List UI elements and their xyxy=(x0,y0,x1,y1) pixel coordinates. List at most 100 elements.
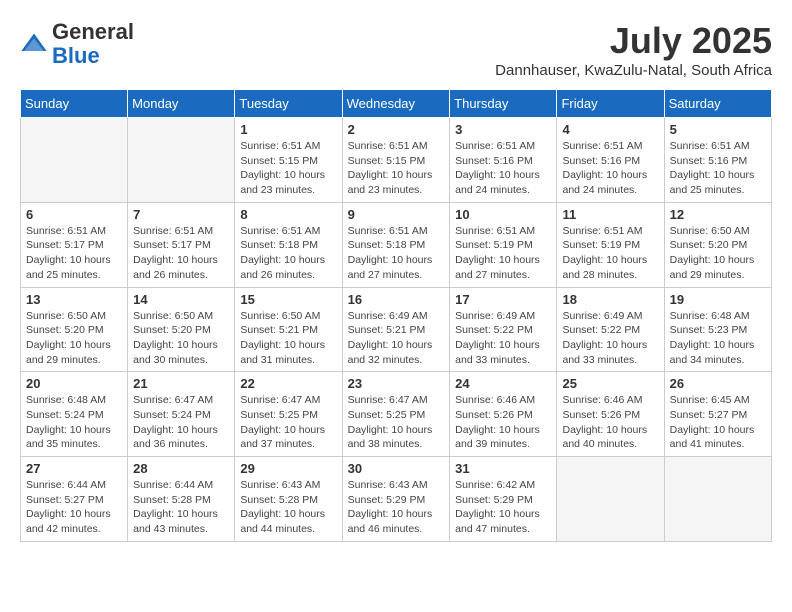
calendar: SundayMondayTuesdayWednesdayThursdayFrid… xyxy=(20,89,772,542)
location: Dannhauser, KwaZulu-Natal, South Africa xyxy=(495,62,772,79)
day-cell: 8Sunrise: 6:51 AM Sunset: 5:18 PM Daylig… xyxy=(235,202,342,287)
day-cell: 13Sunrise: 6:50 AM Sunset: 5:20 PM Dayli… xyxy=(21,287,128,372)
day-info: Sunrise: 6:44 AM Sunset: 5:28 PM Dayligh… xyxy=(133,478,229,537)
day-cell: 3 Sunrise: 6:51 AM Sunset: 5:16 PM Daylig… xyxy=(450,118,557,203)
day-cell: 20 Sunrise: 6:48 AM Sunset: 5:24 PM Dayli… xyxy=(21,372,128,457)
day-cell: 10 Sunrise: 6:51 AM Sunset: 5:19 PM Dayli… xyxy=(450,202,557,287)
day-info: Sunrise: 6:50 AM Sunset: 5:21 PM Dayligh… xyxy=(240,309,336,368)
day-number: 3 xyxy=(455,122,551,137)
day-info: Sunrise: 6:47 AM Sunset: 5:25 PM Dayligh… xyxy=(240,393,336,452)
day-number: 17 xyxy=(455,292,551,307)
day-number: 18 xyxy=(562,292,658,307)
day-info: Sunrise: 6:46 AM Sunset: 5:26 PM Dayligh… xyxy=(455,393,551,452)
day-info: Sunrise: 6:49 AM Sunset: 5:22 PM Dayligh… xyxy=(455,309,551,368)
day-info: Sunrise: 6:44 AM Sunset: 5:27 PM Dayligh… xyxy=(26,478,122,537)
day-info: Sunrise: 6:49 AM Sunset: 5:22 PM Dayligh… xyxy=(562,309,658,368)
day-cell: 24 Sunrise: 6:46 AM Sunset: 5:26 PM Dayli… xyxy=(450,372,557,457)
day-cell: 26 Sunrise: 6:45 AM Sunset: 5:27 PM Dayli… xyxy=(664,372,771,457)
day-cell: 29 Sunrise: 6:43 AM Sunset: 5:28 PM Dayli… xyxy=(235,457,342,542)
day-number: 9 xyxy=(348,207,445,222)
day-cell xyxy=(557,457,664,542)
day-cell: 18 Sunrise: 6:49 AM Sunset: 5:22 PM Dayli… xyxy=(557,287,664,372)
day-info: Sunrise: 6:47 AM Sunset: 5:24 PM Dayligh… xyxy=(133,393,229,452)
title-block: July 2025 Dannhauser, KwaZulu-Natal, Sou… xyxy=(495,20,772,79)
day-number: 4 xyxy=(562,122,658,137)
day-number: 2 xyxy=(348,122,445,137)
day-cell: 28 Sunrise: 6:44 AM Sunset: 5:28 PM Dayli… xyxy=(128,457,235,542)
day-number: 6 xyxy=(26,207,122,222)
day-number: 12 xyxy=(670,207,766,222)
weekday-header-row: SundayMondayTuesdayWednesdayThursdayFrid… xyxy=(21,90,772,118)
day-info: Sunrise: 6:43 AM Sunset: 5:29 PM Dayligh… xyxy=(348,478,445,537)
day-cell xyxy=(664,457,771,542)
day-info: Sunrise: 6:51 AM Sunset: 5:16 PM Dayligh… xyxy=(670,139,766,198)
day-cell: 21 Sunrise: 6:47 AM Sunset: 5:24 PM Dayli… xyxy=(128,372,235,457)
day-info: Sunrise: 6:46 AM Sunset: 5:26 PM Dayligh… xyxy=(562,393,658,452)
day-number: 14 xyxy=(133,292,229,307)
week-row-1: 1 Sunrise: 6:51 AM Sunset: 5:15 PM Daylig… xyxy=(21,118,772,203)
day-info: Sunrise: 6:50 AM Sunset: 5:20 PM Dayligh… xyxy=(133,309,229,368)
day-cell: 23Sunrise: 6:47 AM Sunset: 5:25 PM Dayli… xyxy=(342,372,450,457)
weekday-header-saturday: Saturday xyxy=(664,90,771,118)
day-number: 19 xyxy=(670,292,766,307)
day-number: 26 xyxy=(670,376,766,391)
day-info: Sunrise: 6:51 AM Sunset: 5:19 PM Dayligh… xyxy=(455,224,551,283)
day-cell: 19 Sunrise: 6:48 AM Sunset: 5:23 PM Dayli… xyxy=(664,287,771,372)
day-number: 21 xyxy=(133,376,229,391)
day-number: 7 xyxy=(133,207,229,222)
day-info: Sunrise: 6:51 AM Sunset: 5:17 PM Dayligh… xyxy=(133,224,229,283)
day-cell: 11 Sunrise: 6:51 AM Sunset: 5:19 PM Dayli… xyxy=(557,202,664,287)
day-cell: 7 Sunrise: 6:51 AM Sunset: 5:17 PM Daylig… xyxy=(128,202,235,287)
day-number: 1 xyxy=(240,122,336,137)
day-info: Sunrise: 6:47 AM Sunset: 5:25 PM Dayligh… xyxy=(348,393,445,452)
day-cell: 25 Sunrise: 6:46 AM Sunset: 5:26 PM Dayli… xyxy=(557,372,664,457)
day-info: Sunrise: 6:51 AM Sunset: 5:19 PM Dayligh… xyxy=(562,224,658,283)
day-info: Sunrise: 6:51 AM Sunset: 5:18 PM Dayligh… xyxy=(240,224,336,283)
day-number: 29 xyxy=(240,461,336,476)
day-number: 15 xyxy=(240,292,336,307)
day-info: Sunrise: 6:50 AM Sunset: 5:20 PM Dayligh… xyxy=(26,309,122,368)
day-cell: 14 Sunrise: 6:50 AM Sunset: 5:20 PM Dayli… xyxy=(128,287,235,372)
day-cell: 2Sunrise: 6:51 AM Sunset: 5:15 PM Daylig… xyxy=(342,118,450,203)
day-info: Sunrise: 6:43 AM Sunset: 5:28 PM Dayligh… xyxy=(240,478,336,537)
day-cell: 15 Sunrise: 6:50 AM Sunset: 5:21 PM Dayli… xyxy=(235,287,342,372)
day-number: 31 xyxy=(455,461,551,476)
day-number: 24 xyxy=(455,376,551,391)
day-number: 30 xyxy=(348,461,445,476)
day-info: Sunrise: 6:50 AM Sunset: 5:20 PM Dayligh… xyxy=(670,224,766,283)
logo-icon xyxy=(20,30,48,58)
day-cell: 27 Sunrise: 6:44 AM Sunset: 5:27 PM Dayli… xyxy=(21,457,128,542)
day-number: 20 xyxy=(26,376,122,391)
day-number: 5 xyxy=(670,122,766,137)
logo: General Blue xyxy=(20,20,134,68)
day-number: 22 xyxy=(240,376,336,391)
day-info: Sunrise: 6:48 AM Sunset: 5:24 PM Dayligh… xyxy=(26,393,122,452)
day-info: Sunrise: 6:51 AM Sunset: 5:16 PM Dayligh… xyxy=(455,139,551,198)
day-info: Sunrise: 6:51 AM Sunset: 5:15 PM Dayligh… xyxy=(240,139,336,198)
header: General Blue July 2025 Dannhauser, KwaZu… xyxy=(20,20,772,79)
month-title: July 2025 xyxy=(495,20,772,62)
day-number: 11 xyxy=(562,207,658,222)
logo-blue-text: Blue xyxy=(52,43,100,68)
day-info: Sunrise: 6:48 AM Sunset: 5:23 PM Dayligh… xyxy=(670,309,766,368)
weekday-header-friday: Friday xyxy=(557,90,664,118)
day-info: Sunrise: 6:49 AM Sunset: 5:21 PM Dayligh… xyxy=(348,309,445,368)
weekday-header-monday: Monday xyxy=(128,90,235,118)
weekday-header-sunday: Sunday xyxy=(21,90,128,118)
day-number: 27 xyxy=(26,461,122,476)
day-number: 25 xyxy=(562,376,658,391)
week-row-2: 6 Sunrise: 6:51 AM Sunset: 5:17 PM Daylig… xyxy=(21,202,772,287)
day-cell: 5 Sunrise: 6:51 AM Sunset: 5:16 PM Daylig… xyxy=(664,118,771,203)
day-info: Sunrise: 6:51 AM Sunset: 5:17 PM Dayligh… xyxy=(26,224,122,283)
day-info: Sunrise: 6:45 AM Sunset: 5:27 PM Dayligh… xyxy=(670,393,766,452)
day-cell: 30 Sunrise: 6:43 AM Sunset: 5:29 PM Dayli… xyxy=(342,457,450,542)
day-cell: 6 Sunrise: 6:51 AM Sunset: 5:17 PM Daylig… xyxy=(21,202,128,287)
weekday-header-thursday: Thursday xyxy=(450,90,557,118)
day-number: 10 xyxy=(455,207,551,222)
day-cell: 31 Sunrise: 6:42 AM Sunset: 5:29 PM Dayli… xyxy=(450,457,557,542)
day-info: Sunrise: 6:51 AM Sunset: 5:18 PM Dayligh… xyxy=(348,224,445,283)
weekday-header-wednesday: Wednesday xyxy=(342,90,450,118)
week-row-4: 20 Sunrise: 6:48 AM Sunset: 5:24 PM Dayli… xyxy=(21,372,772,457)
day-info: Sunrise: 6:42 AM Sunset: 5:29 PM Dayligh… xyxy=(455,478,551,537)
day-number: 28 xyxy=(133,461,229,476)
